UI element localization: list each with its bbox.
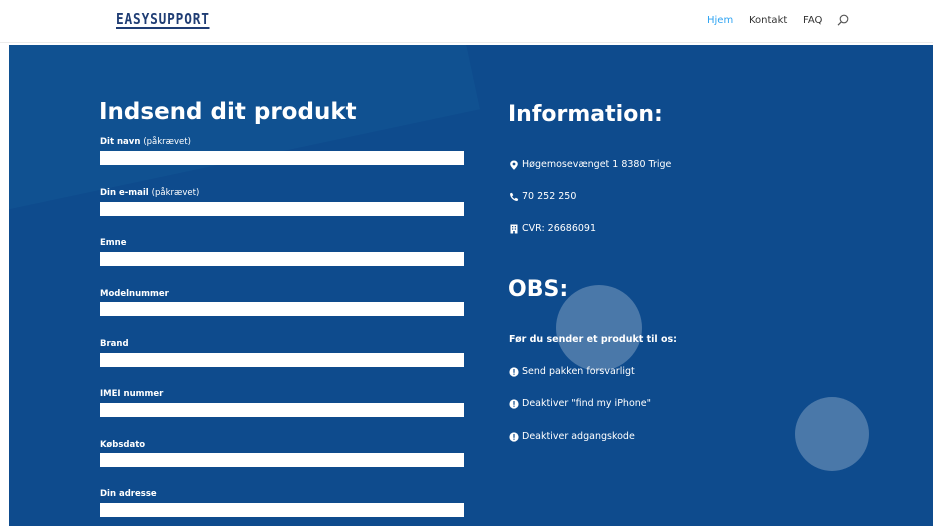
exclamation-circle-icon — [509, 398, 519, 409]
cvr-line: CVR: 26686091 — [509, 223, 596, 234]
obs-item: Deaktiver adgangskode — [509, 431, 635, 442]
search-icon[interactable] — [837, 14, 849, 26]
site-header: EASYSUPPORT Hjem Kontakt FAQ — [0, 0, 933, 43]
obs-subtitle: Før du sender et produkt til os: — [509, 334, 677, 345]
info-title: Information: — [508, 102, 663, 127]
label-kobsdato: Købsdato — [100, 440, 146, 450]
map-marker-icon — [510, 160, 518, 170]
obs-item: Send pakken forsvarligt — [509, 366, 635, 377]
label-din-adresse: Din adresse — [100, 489, 157, 499]
logo[interactable]: EASYSUPPORT — [116, 11, 210, 29]
exclamation-circle-icon — [509, 431, 519, 442]
label-brand: Brand — [100, 339, 129, 349]
email-input[interactable] — [100, 202, 464, 216]
model-number-input[interactable] — [100, 302, 464, 316]
label-dit-navn: Dit navn (påkrævet) — [100, 137, 191, 147]
address-line: Høgemosevænget 1 8380 Trige — [509, 159, 671, 170]
label-emne: Emne — [100, 238, 127, 248]
decorative-bubble — [556, 285, 642, 371]
obs-item: Deaktiver "find my iPhone" — [509, 398, 651, 409]
exclamation-circle-icon — [509, 366, 519, 377]
address-input[interactable] — [100, 503, 464, 517]
phone-icon — [510, 192, 519, 201]
nav-item-kontakt[interactable]: Kontakt — [749, 15, 787, 26]
obs-title: OBS: — [508, 277, 569, 302]
form-title: Indsend dit produkt — [99, 99, 357, 125]
label-imei-nummer: IMEI nummer — [100, 389, 164, 399]
label-modelnummer: Modelnummer — [100, 289, 169, 299]
brand-input[interactable] — [100, 353, 464, 367]
building-icon — [510, 224, 518, 233]
subject-input[interactable] — [100, 252, 464, 266]
decorative-bubble — [795, 397, 869, 471]
phone-line: 70 252 250 — [509, 191, 576, 202]
nav-item-faq[interactable]: FAQ — [803, 15, 822, 26]
label-din-email: Din e-mail (påkrævet) — [100, 188, 200, 198]
purchase-date-input[interactable] — [100, 453, 464, 467]
imei-input[interactable] — [100, 403, 464, 417]
name-input[interactable] — [100, 151, 464, 165]
nav-item-hjem[interactable]: Hjem — [707, 15, 733, 26]
background-stripe — [9, 45, 480, 218]
